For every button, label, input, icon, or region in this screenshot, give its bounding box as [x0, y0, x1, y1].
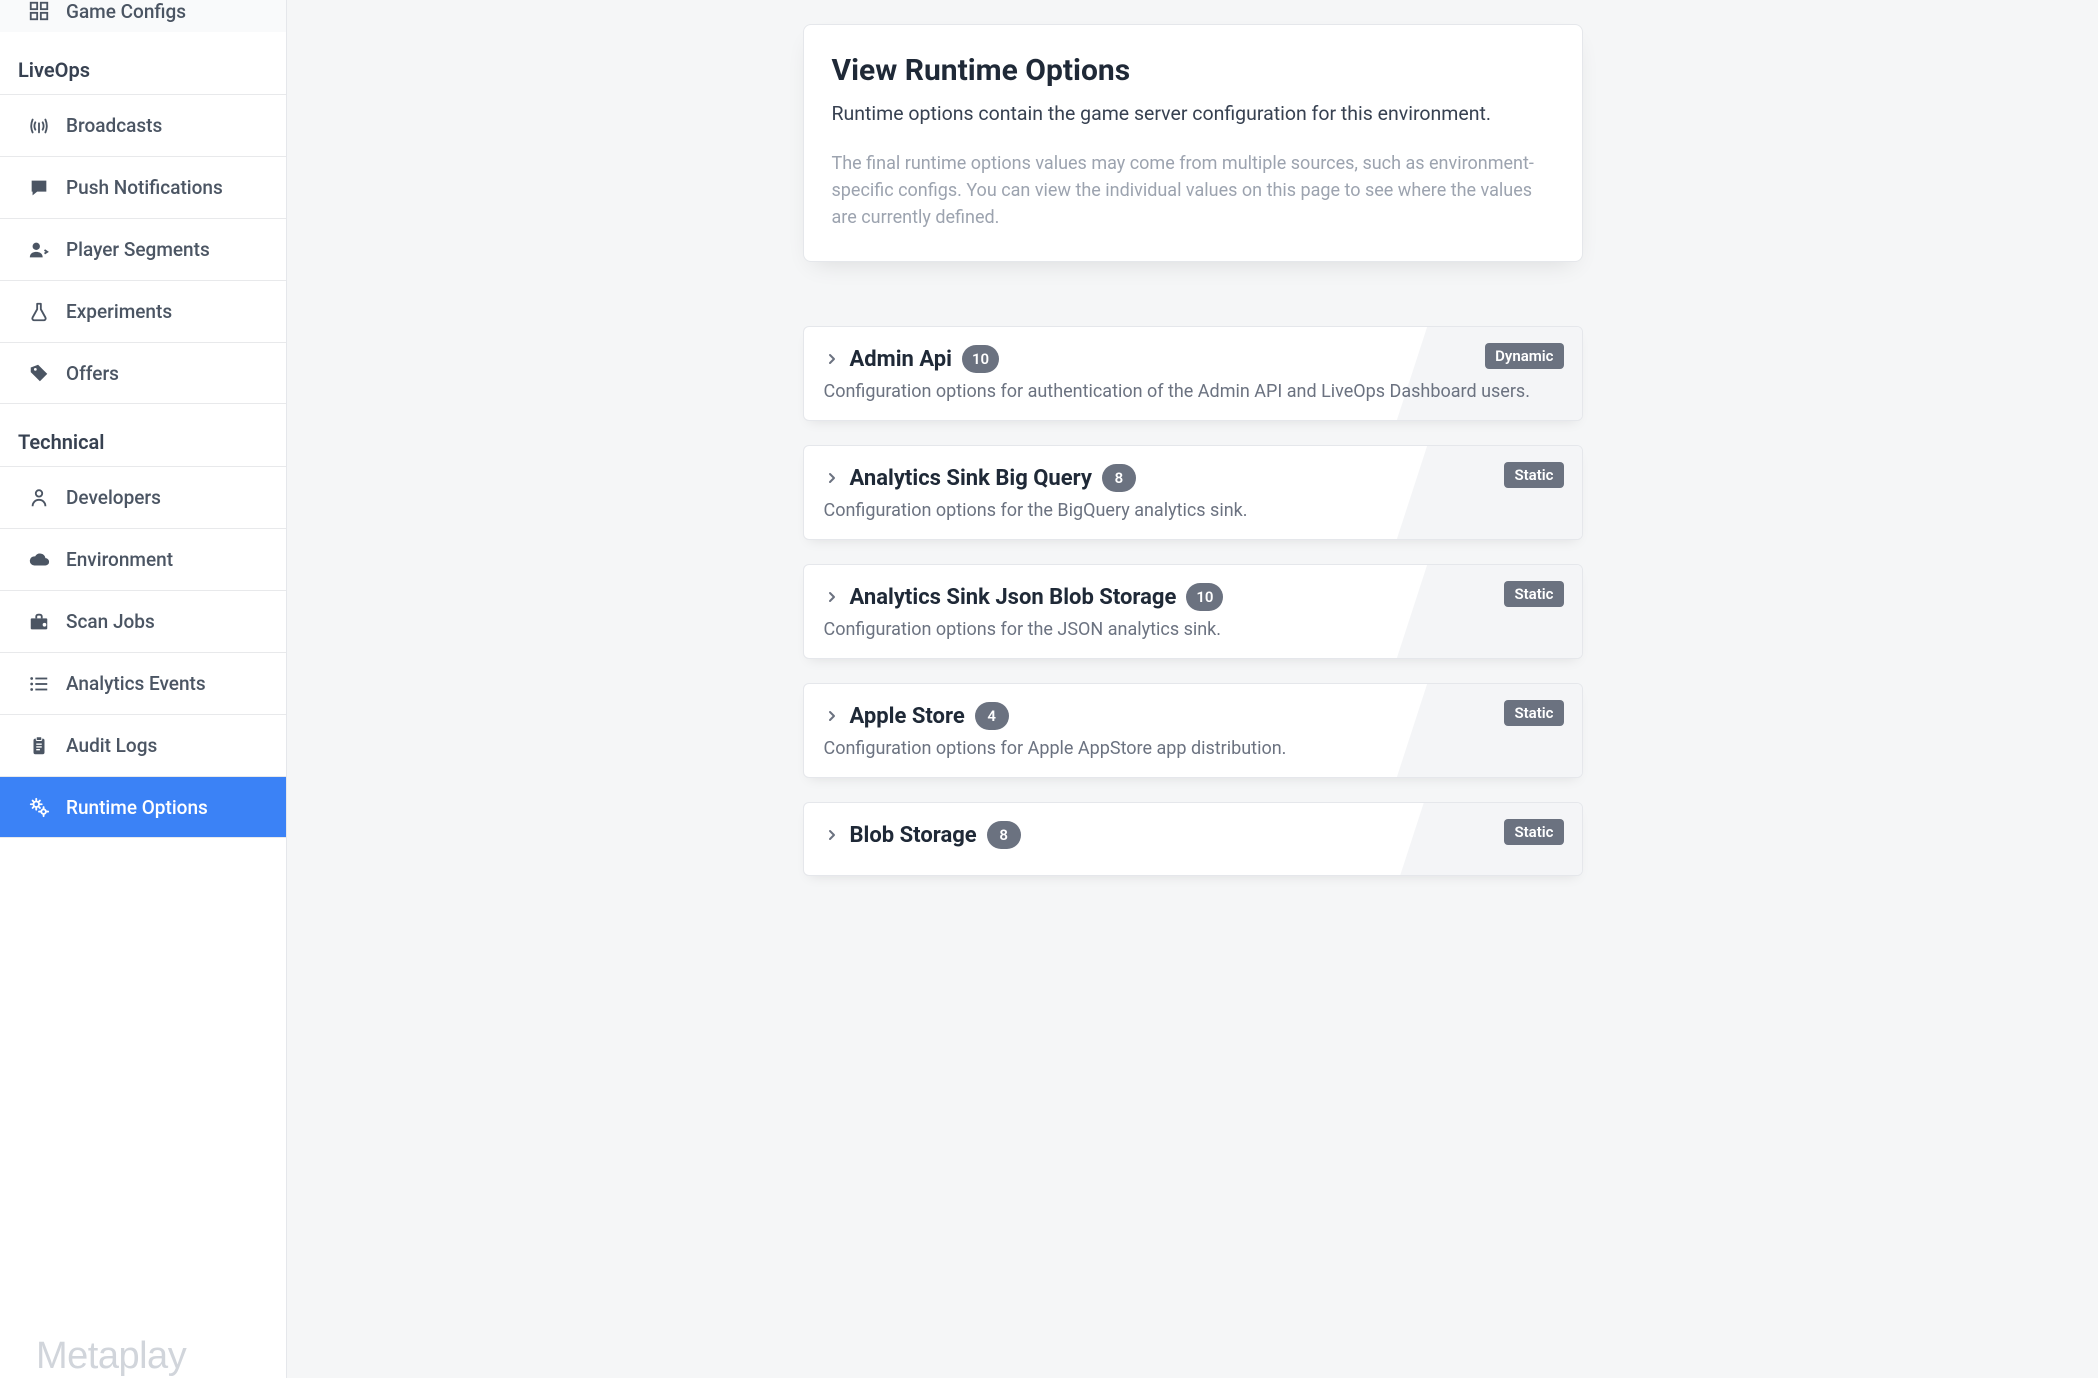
sidebar-item-environment[interactable]: Environment	[0, 528, 286, 590]
option-description: Configuration options for Apple AppStore…	[824, 738, 1562, 759]
sidebar-item-broadcasts[interactable]: Broadcasts	[0, 94, 286, 156]
sidebar-item-label: Audit Logs	[66, 734, 157, 757]
gears-icon	[28, 796, 50, 818]
option-header-row: Analytics Sink Json Blob Storage 10	[824, 583, 1562, 611]
option-description: Configuration options for authentication…	[824, 381, 1562, 402]
sidebar-item-developers[interactable]: Developers	[0, 466, 286, 528]
option-tag: Static	[1504, 819, 1563, 845]
option-tag: Dynamic	[1485, 343, 1563, 369]
sidebar-item-scan-jobs[interactable]: Scan Jobs	[0, 590, 286, 652]
intro-lead: Runtime options contain the game server …	[832, 100, 1554, 128]
sidebar-item-label: Broadcasts	[66, 114, 162, 137]
sidebar-item-game-configs[interactable]: Game Configs	[0, 0, 286, 32]
option-count-badge: 8	[987, 821, 1021, 849]
sidebar-section-header: LiveOps	[0, 32, 286, 94]
sidebar-item-label: Experiments	[66, 300, 172, 323]
option-card-blob-storage[interactable]: Static Blob Storage 8	[803, 802, 1583, 876]
option-tag: Static	[1504, 700, 1563, 726]
clipboard-icon	[28, 735, 50, 757]
chevron-right-icon	[824, 708, 840, 724]
option-tag: Static	[1504, 462, 1563, 488]
option-description: Configuration options for the JSON analy…	[824, 619, 1562, 640]
sidebar-item-experiments[interactable]: Experiments	[0, 280, 286, 342]
sidebar-item-label: Developers	[66, 486, 161, 509]
sidebar-item-label: Environment	[66, 548, 173, 571]
option-count-badge: 8	[1102, 464, 1136, 492]
sidebar-item-runtime-options[interactable]: Runtime Options	[0, 776, 286, 838]
antenna-icon	[28, 115, 50, 137]
sidebar-item-label: Runtime Options	[66, 796, 208, 819]
chevron-right-icon	[824, 827, 840, 843]
comment-icon	[28, 177, 50, 199]
flask-icon	[28, 301, 50, 323]
sidebar-section-header: Technical	[0, 404, 286, 466]
option-count-badge: 10	[1186, 583, 1223, 611]
sidebar: Game Configs LiveOps Broadcasts Push Notifi…	[0, 0, 287, 1378]
sidebar-item-label: Push Notifications	[66, 176, 223, 199]
sidebar-item-analytics-events[interactable]: Analytics Events	[0, 652, 286, 714]
sidebar-item-offers[interactable]: Offers	[0, 342, 286, 404]
option-header-row: Analytics Sink Big Query 8	[824, 464, 1562, 492]
sidebar-item-audit-logs[interactable]: Audit Logs	[0, 714, 286, 776]
main-content: View Runtime Options Runtime options con…	[287, 0, 2098, 1378]
sidebar-item-label: Analytics Events	[66, 672, 206, 695]
option-title: Analytics Sink Json Blob Storage	[850, 585, 1177, 610]
option-card-apple-store[interactable]: Static Apple Store 4 Configuration optio…	[803, 683, 1583, 778]
sidebar-item-player-segments[interactable]: Player Segments	[0, 218, 286, 280]
option-count-badge: 4	[975, 702, 1009, 730]
person-icon	[28, 487, 50, 509]
option-description: Configuration options for the BigQuery a…	[824, 500, 1562, 521]
option-card-admin-api[interactable]: Dynamic Admin Api 10 Configuration optio…	[803, 326, 1583, 421]
option-title: Blob Storage	[850, 823, 977, 848]
option-header-row: Admin Api 10	[824, 345, 1562, 373]
option-card-analytics-sink-json-blob-storage[interactable]: Static Analytics Sink Json Blob Storage …	[803, 564, 1583, 659]
sidebar-item-label: Offers	[66, 362, 119, 385]
chevron-right-icon	[824, 470, 840, 486]
sidebar-item-push-notifications[interactable]: Push Notifications	[0, 156, 286, 218]
grid-icon	[28, 0, 50, 22]
sidebar-item-label: Scan Jobs	[66, 610, 155, 633]
chevron-right-icon	[824, 351, 840, 367]
intro-detail: The final runtime options values may com…	[832, 150, 1554, 231]
page-title: View Runtime Options	[832, 53, 1554, 88]
chevron-right-icon	[824, 589, 840, 605]
briefcase-icon	[28, 611, 50, 633]
option-tag: Static	[1504, 581, 1563, 607]
option-title: Analytics Sink Big Query	[850, 466, 1092, 491]
cloud-icon	[28, 549, 50, 571]
option-card-analytics-sink-big-query[interactable]: Static Analytics Sink Big Query 8 Config…	[803, 445, 1583, 540]
sidebar-item-label: Game Configs	[66, 0, 186, 23]
option-title: Admin Api	[850, 347, 952, 372]
option-title: Apple Store	[850, 704, 965, 729]
tags-icon	[28, 362, 50, 384]
list-icon	[28, 673, 50, 695]
brand-logo: Metaplay	[0, 1315, 286, 1378]
sidebar-item-label: Player Segments	[66, 238, 210, 261]
option-count-badge: 10	[962, 345, 999, 373]
option-header-row: Blob Storage 8	[824, 821, 1562, 849]
option-header-row: Apple Store 4	[824, 702, 1562, 730]
intro-card: View Runtime Options Runtime options con…	[803, 24, 1583, 262]
users-icon	[28, 239, 50, 261]
